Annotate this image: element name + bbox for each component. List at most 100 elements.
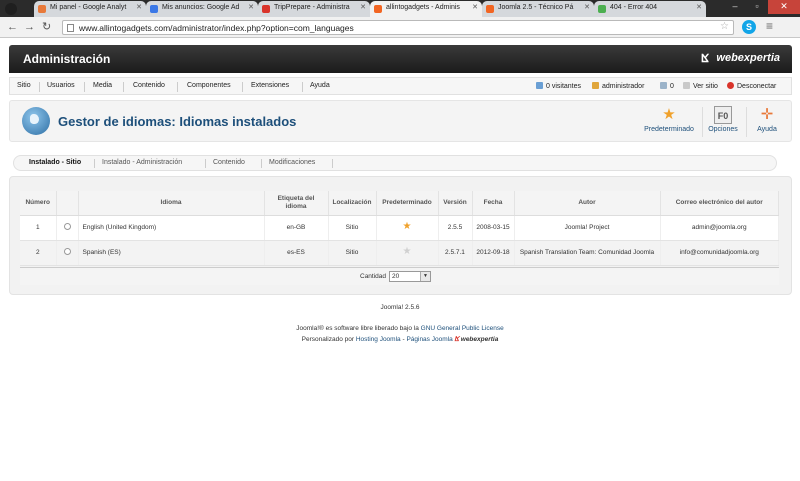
tab-close-icon[interactable]: ✕ — [136, 3, 142, 11]
browser-logo-icon — [5, 3, 17, 15]
row-select-radio[interactable] — [63, 247, 71, 255]
menu-divider — [302, 82, 303, 92]
col-language[interactable]: Idioma — [78, 191, 265, 216]
address-bar[interactable]: www.allintogadgets.com/administrator/ind… — [62, 20, 734, 35]
col-author[interactable]: Autor — [514, 191, 661, 216]
messages-status[interactable]: 0 — [660, 82, 674, 90]
languages-table: Número Idioma Etiqueta del idioma Locali… — [20, 191, 779, 266]
browser-tab[interactable]: TripPrepare - Administra ✕ — [258, 1, 370, 17]
skype-icon[interactable]: S — [742, 20, 756, 34]
window-close-icon[interactable]: ✕ — [768, 0, 800, 14]
bookmark-star-icon[interactable]: ☆ — [720, 21, 729, 32]
submenu-divider — [332, 159, 333, 168]
visitors-status: 0 visitantes — [536, 82, 581, 90]
error-favicon-icon — [598, 5, 606, 13]
tab-overrides[interactable]: Modificaciones — [269, 159, 315, 166]
table-row: 1 English (United Kingdom) en-GB Sitio ★… — [20, 215, 779, 241]
row-tag: es-ES — [264, 240, 329, 266]
globe-icon — [22, 107, 50, 135]
col-author-email[interactable]: Correo electrónico del autor — [660, 191, 779, 216]
minimize-icon[interactable]: – — [724, 0, 746, 14]
browser-tab[interactable]: Mis anuncios: Google Ad ✕ — [146, 1, 258, 17]
logout-icon — [727, 82, 734, 89]
toolbar-divider — [746, 107, 747, 137]
browser-tab[interactable]: 404 - Error 404 ✕ — [594, 1, 706, 17]
col-language-tag[interactable]: Etiqueta del idioma — [264, 191, 329, 216]
col-number[interactable]: Número — [20, 191, 57, 216]
tab-installed-admin[interactable]: Instalado - Administración — [102, 159, 182, 166]
browser-toolbar: ← → ↻ www.allintogadgets.com/administrat… — [0, 17, 800, 38]
tab-close-icon[interactable]: ✕ — [472, 3, 478, 11]
reload-icon[interactable]: ↻ — [42, 20, 51, 34]
menu-item-extensiones[interactable]: Extensiones — [251, 82, 289, 89]
browser-tab[interactable]: Mi panel - Google Analyt ✕ — [34, 1, 146, 17]
col-default[interactable]: Predeterminado — [376, 191, 439, 216]
browser-menu-icon[interactable]: ≡ — [766, 19, 773, 33]
page-icon — [67, 24, 74, 32]
menu-item-contenido[interactable]: Contenido — [133, 82, 165, 89]
star-icon: ★ — [662, 106, 676, 123]
browser-tab[interactable]: Joomla 2.5 - Técnico Pá ✕ — [482, 1, 594, 17]
menu-divider — [39, 82, 40, 92]
col-location[interactable]: Localización — [328, 191, 377, 216]
tab-installed-site[interactable]: Instalado - Sitio — [29, 159, 81, 166]
adsense-favicon-icon — [150, 5, 158, 13]
admin-title: Administración — [23, 52, 111, 66]
brand-logo: ⴿ webexpertia — [701, 52, 780, 65]
menu-item-componentes[interactable]: Componentes — [187, 82, 231, 89]
footer-brand-logo[interactable]: ⴿ webexpertia — [455, 336, 499, 343]
menu-item-sitio[interactable]: Sitio — [17, 82, 31, 89]
row-version: 2.5.7.1 — [438, 240, 473, 266]
lifebuoy-icon: ✛ — [760, 106, 774, 123]
row-location: Sitio — [328, 240, 377, 266]
gpl-link[interactable]: GNU General Public License — [421, 325, 504, 332]
row-email: admin@joomla.org — [660, 215, 779, 241]
credits-line: Personalizado por Hosting Joomla - Págin… — [301, 336, 499, 343]
languages-panel: Número Idioma Etiqueta del idioma Locali… — [9, 176, 792, 295]
admin-status: administrador — [592, 82, 644, 90]
license-line: Joomla!® es software libre liberado bajo… — [296, 325, 504, 332]
maximize-icon[interactable]: ▫ — [746, 0, 768, 14]
view-site-link[interactable]: Ver sitio — [683, 82, 718, 90]
default-star-icon[interactable]: ★ — [403, 221, 412, 232]
menu-divider — [84, 82, 85, 92]
page-title: Gestor de idiomas: Idiomas instalados — [58, 114, 297, 129]
table-header-row: Número Idioma Etiqueta del idioma Locali… — [20, 191, 779, 216]
tab-close-icon[interactable]: ✕ — [696, 3, 702, 11]
row-number: 1 — [20, 215, 57, 241]
admin-user-icon — [592, 82, 599, 89]
admin-header: Administración ⴿ webexpertia — [9, 45, 792, 73]
row-date: 2012-09-18 — [472, 240, 515, 266]
help-button[interactable]: ✛ Ayuda — [750, 106, 784, 139]
col-date[interactable]: Fecha — [472, 191, 515, 216]
joomla-favicon-icon — [262, 5, 270, 13]
paginas-joomla-link[interactable]: Páginas Joomla — [406, 336, 452, 343]
hosting-joomla-link[interactable]: Hosting Joomla — [356, 336, 401, 343]
submenu: Instalado - Sitio Instalado - Administra… — [13, 155, 777, 171]
submenu-divider — [94, 159, 95, 168]
browser-tabstrip: Mi panel - Google Analyt ✕ Mis anuncios: … — [0, 0, 800, 17]
set-default-star-icon[interactable]: ★ — [403, 246, 412, 257]
forward-icon[interactable]: → — [24, 20, 35, 34]
joomla-version: Joomla! 2.5.6 — [380, 304, 420, 311]
row-select-radio[interactable] — [63, 222, 71, 230]
tab-close-icon[interactable]: ✕ — [360, 3, 366, 11]
col-version[interactable]: Versión — [438, 191, 473, 216]
default-button[interactable]: ★ Predeterminado — [637, 106, 701, 139]
logout-link[interactable]: Desconectar — [727, 82, 776, 90]
toolbar-divider — [702, 107, 703, 137]
tab-close-icon[interactable]: ✕ — [584, 3, 590, 11]
menu-item-ayuda[interactable]: Ayuda — [310, 82, 330, 89]
col-select — [56, 191, 79, 216]
menu-item-media[interactable]: Media — [93, 82, 112, 89]
row-language: English (United Kingdom) — [78, 215, 265, 241]
view-site-icon — [683, 82, 690, 89]
limit-select[interactable]: 20 ▼ — [389, 271, 431, 282]
tab-close-icon[interactable]: ✕ — [248, 3, 254, 11]
menu-item-usuarios[interactable]: Usuarios — [47, 82, 75, 89]
browser-tab-active[interactable]: allintogadgets - Adminis ✕ — [370, 1, 482, 17]
back-icon[interactable]: ← — [7, 20, 18, 34]
options-button[interactable]: F0 Opciones — [704, 106, 742, 139]
admin-menubar: Sitio Usuarios Media Contenido Component… — [9, 77, 792, 95]
tab-content[interactable]: Contenido — [213, 159, 245, 166]
